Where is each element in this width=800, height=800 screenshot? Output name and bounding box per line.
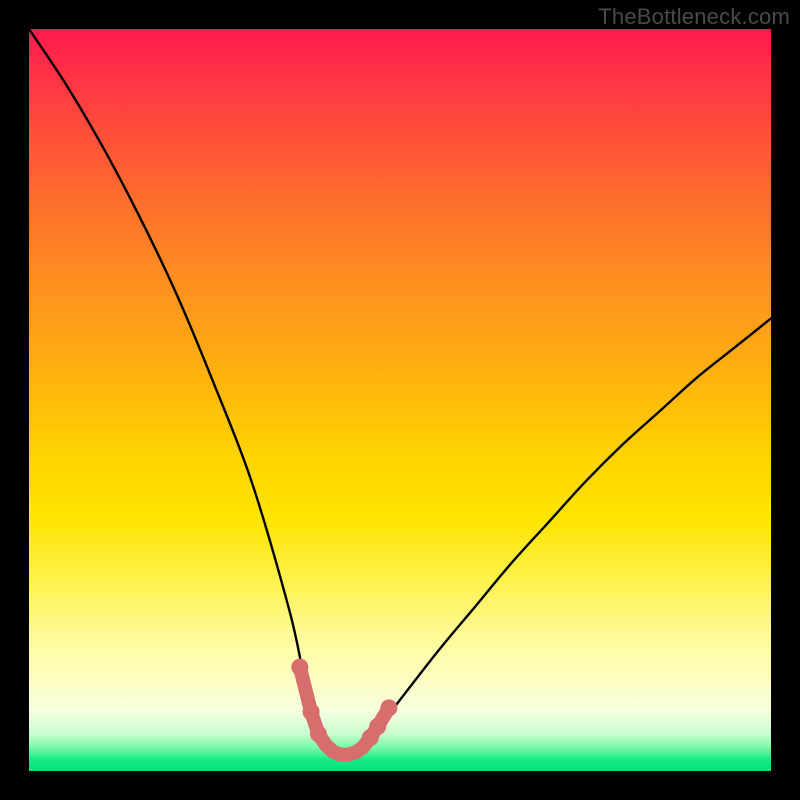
optimal-range-dot <box>381 700 397 716</box>
optimal-range-markers <box>292 659 397 755</box>
bottleneck-curve <box>29 29 771 757</box>
optimal-range-dot <box>292 659 308 675</box>
optimal-range-dot <box>310 726 326 742</box>
chart-frame: TheBottleneck.com <box>0 0 800 800</box>
optimal-range-dot <box>370 719 386 735</box>
watermark-text: TheBottleneck.com <box>598 4 790 30</box>
optimal-range-dot <box>303 704 319 720</box>
chart-overlay <box>29 29 771 771</box>
